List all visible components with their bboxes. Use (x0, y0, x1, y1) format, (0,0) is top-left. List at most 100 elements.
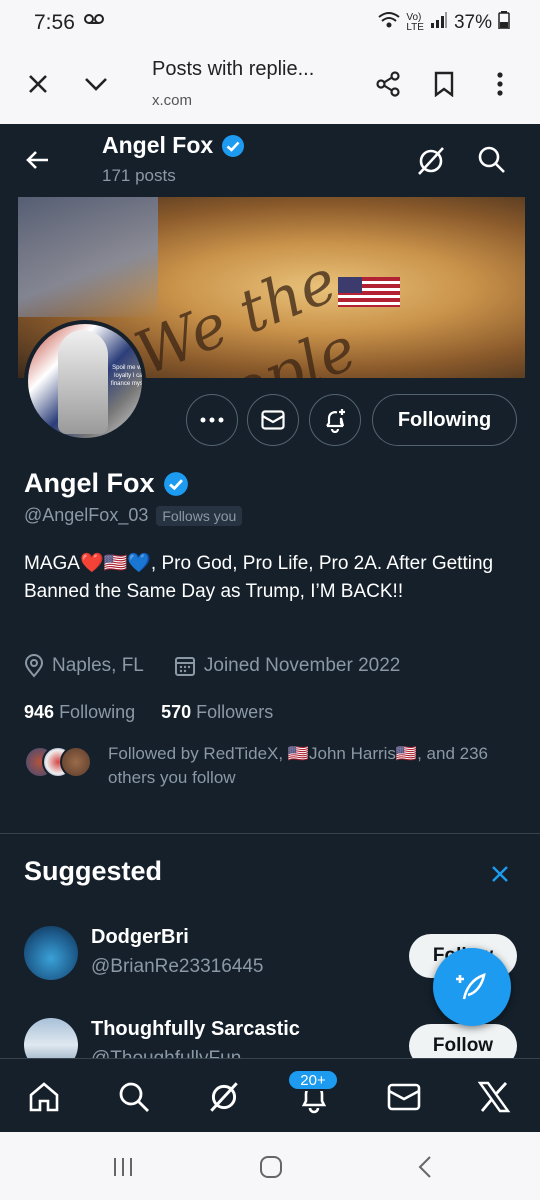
joined-item: Joined November 2022 (174, 655, 400, 677)
verified-badge-icon (163, 471, 188, 496)
notification-badge: 20+ (287, 1069, 339, 1091)
home-icon (29, 1082, 59, 1112)
nav-grok[interactable] (204, 1077, 244, 1117)
section-divider (0, 833, 540, 834)
close-icon (29, 75, 47, 93)
share-button[interactable] (370, 66, 406, 102)
search-button[interactable] (476, 144, 508, 176)
signal-icon (430, 12, 448, 34)
followed-by-row[interactable]: Followed by RedTideX, 🇺🇸John Harris🇺🇸, a… (24, 742, 524, 790)
suggested-title: Suggested (24, 856, 163, 886)
chevron-down-icon (85, 78, 107, 91)
grok-icon (418, 147, 444, 175)
bookmark-icon (434, 71, 454, 97)
system-nav-bar (0, 1132, 540, 1200)
back-arrow-icon (26, 151, 48, 169)
back-button[interactable] (22, 144, 54, 176)
more-options-button[interactable] (482, 66, 518, 102)
follows-you-badge: Follows you (156, 505, 243, 526)
location-item: Naples, FL (24, 654, 144, 678)
browser-toolbar: Posts with replie... x.com (0, 46, 540, 124)
notifications-subscribe-button[interactable] (309, 394, 361, 446)
collapse-button[interactable] (78, 66, 114, 102)
grok-icon (210, 1082, 238, 1112)
message-button[interactable] (247, 394, 299, 446)
profile-avatar[interactable]: Spoil me with loyalty I can finance myse… (24, 320, 146, 442)
profile-handle: @AngelFox_03 (24, 505, 149, 525)
mail-icon (387, 1083, 421, 1111)
suggested-handle: @ThoughfullyFun (91, 1048, 241, 1058)
nav-home[interactable] (24, 1077, 64, 1117)
location-text: Naples, FL (52, 655, 144, 676)
more-actions-button[interactable] (186, 394, 238, 446)
followed-by-avatars (24, 746, 94, 778)
banner-flag-icon (338, 277, 400, 307)
status-time: 7:56 (34, 11, 75, 34)
follow-button[interactable]: Follow (409, 1024, 517, 1058)
following-count: 946 (24, 702, 55, 722)
x-logo-icon (477, 1081, 511, 1113)
verified-badge-icon (222, 134, 245, 157)
suggested-user-row[interactable]: Thoughfully Sarcastic @ThoughfullyFun Fo… (24, 1018, 524, 1058)
followed-by-text: Followed by RedTideX, 🇺🇸John Harris🇺🇸, a… (108, 744, 488, 787)
followers-count-link[interactable]: 570 Followers (161, 702, 273, 723)
post-count: 171 posts (102, 166, 176, 185)
banner-flag-fold (18, 197, 158, 317)
avatar-caption: Spoil me with loyalty I can finance myse… (110, 365, 146, 387)
compose-post-button[interactable] (433, 948, 511, 1026)
battery-icon (498, 11, 510, 35)
suggested-avatar[interactable] (24, 1018, 78, 1058)
suggested-handle: @BrianRe23316445 (91, 956, 264, 977)
following-button[interactable]: Following (372, 394, 517, 446)
grok-button[interactable] (414, 144, 448, 178)
bell-plus-icon (326, 409, 345, 433)
header-profile-name: Angel Fox (102, 132, 245, 159)
search-icon (119, 1082, 149, 1112)
recents-icon (114, 1158, 132, 1176)
nav-x-premium[interactable] (474, 1077, 514, 1117)
battery-percent: 37% (453, 12, 492, 33)
voicemail-icon (84, 12, 104, 30)
browser-domain: x.com (152, 92, 193, 109)
suggested-name: DodgerBri (91, 926, 189, 948)
location-pin-icon (24, 654, 44, 678)
system-back-button[interactable] (410, 1154, 440, 1180)
followers-label: Followers (196, 702, 274, 722)
profile-meta: Naples, FL Joined November 2022 (24, 654, 400, 678)
search-icon (478, 146, 505, 173)
suggested-avatar[interactable] (24, 926, 78, 980)
following-count-link[interactable]: 946 Following (24, 702, 135, 723)
status-bar: 7:56 Vo) LTE 37% (0, 0, 540, 46)
chevron-left-icon (418, 1156, 431, 1178)
home-system-button[interactable] (256, 1154, 286, 1180)
nav-search[interactable] (114, 1077, 154, 1117)
bookmark-button[interactable] (426, 66, 462, 102)
recent-apps-button[interactable] (108, 1154, 138, 1180)
wifi-icon (378, 11, 400, 35)
profile-name: Angel Fox (24, 468, 189, 499)
banner-constitution-script: We the People (125, 246, 366, 378)
follow-counts: 946 Following 570 Followers (24, 702, 273, 723)
followers-count: 570 (161, 702, 192, 722)
share-icon (376, 71, 400, 97)
nav-messages[interactable] (384, 1077, 424, 1117)
header-name-text: Angel Fox (102, 132, 214, 158)
calendar-icon (174, 657, 195, 676)
browser-page-title: Posts with replie... (152, 58, 315, 80)
bottom-nav (0, 1058, 540, 1132)
handle-row: @AngelFox_03 Follows you (24, 505, 243, 526)
following-label: Following (59, 702, 136, 722)
profile-bio: MAGA❤️🇺🇸💙, Pro God, Pro Life, Pro 2A. Af… (24, 553, 494, 602)
home-circle-icon (260, 1156, 282, 1178)
close-icon (492, 866, 508, 882)
avatar-portrait (58, 330, 108, 434)
suggested-name: Thoughfully Sarcastic (91, 1018, 300, 1040)
profile-name-text: Angel Fox (24, 468, 155, 498)
close-tab-button[interactable] (20, 66, 56, 102)
dismiss-suggested-button[interactable] (488, 862, 512, 886)
more-vertical-icon (497, 72, 503, 96)
compose-feather-icon (456, 973, 486, 1000)
follower-avatar (60, 746, 92, 778)
joined-text: Joined November 2022 (203, 655, 401, 676)
volte-icon: Vo) LTE (406, 12, 424, 33)
